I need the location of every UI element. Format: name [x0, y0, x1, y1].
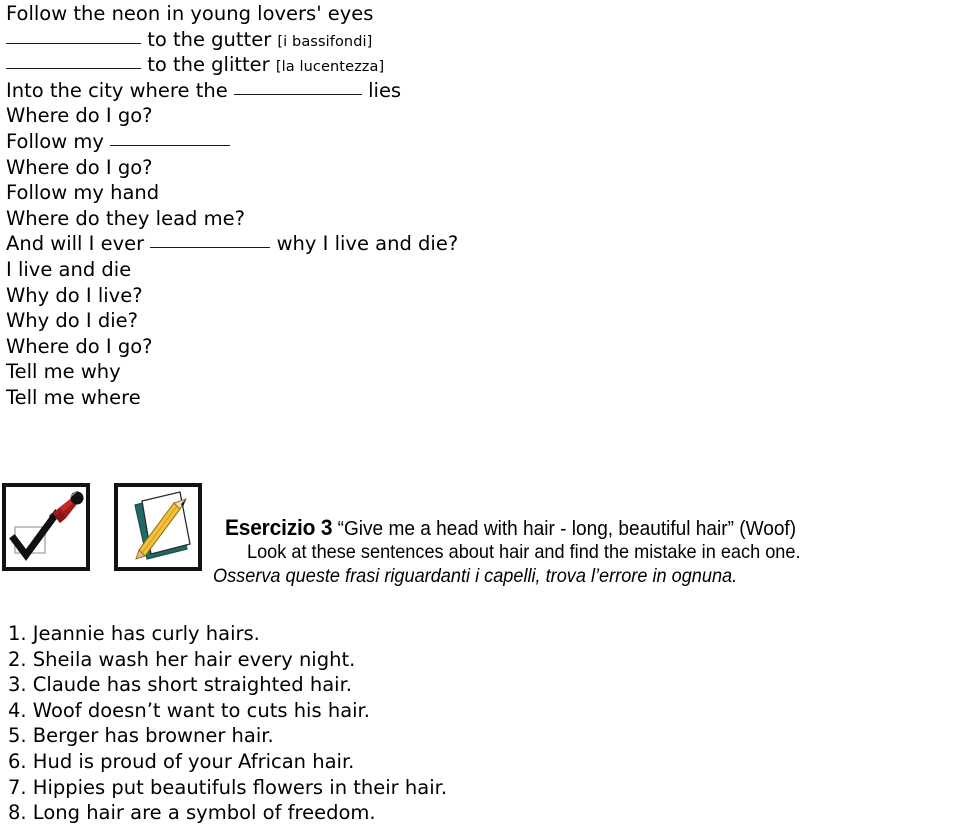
lyric-text: Tell me why	[6, 360, 121, 384]
lyric-text: Tell me where	[6, 385, 141, 409]
fill-in-blank[interactable]	[6, 68, 141, 70]
lyric-line-6: Follow my	[6, 129, 950, 155]
lyric-line-5: Where do I go?	[6, 103, 950, 129]
list-item-number: 8.	[8, 801, 27, 825]
list-item-text: Long hair are a symbol of freedom.	[26, 801, 376, 825]
list-item: 6. Hud is proud of your African hair.	[8, 749, 708, 775]
list-item-text: Claude has short straighted hair.	[26, 673, 352, 697]
exercise-instruction-it: Osserva queste frasi riguardanti i capel…	[213, 564, 738, 587]
lyric-line-7: Where do I go?	[6, 155, 950, 181]
check-and-red-pen-icon	[2, 483, 90, 571]
lyric-text: Where do I go?	[6, 104, 153, 128]
numbered-sentence-list: 1. Jeannie has curly hairs. 2. Sheila wa…	[8, 621, 708, 826]
list-item: 5. Berger has browner hair.	[8, 723, 708, 749]
lyric-line-4: Into the city where the lies	[6, 78, 950, 104]
list-item: 3. Claude has short straighted hair.	[8, 672, 708, 698]
lyric-text: to the glitter	[141, 53, 276, 77]
lyric-line-10: And will I ever why I live and die?	[6, 231, 950, 257]
lyric-line-14: Where do I go?	[6, 334, 950, 360]
exercise-number: Esercizio 3	[225, 515, 333, 540]
exercise-song-quote: “Give me a head with hair - long, beauti…	[332, 517, 797, 540]
lyric-text: Follow my	[6, 129, 111, 153]
lyric-text: I live and die	[6, 257, 132, 281]
lyric-text: Into the city where the	[6, 78, 234, 102]
list-item-number: 7.	[8, 775, 27, 799]
list-item-text: Hud is proud of your African hair.	[26, 749, 355, 773]
lyric-text: Follow the neon in young lovers' eyes	[6, 2, 374, 25]
list-item-number: 4.	[8, 698, 27, 722]
lyric-text: Follow my hand	[6, 181, 160, 205]
list-item-number: 5.	[8, 724, 27, 748]
pencil-and-notebook-icon	[114, 483, 202, 571]
worksheet-page: Follow the neon in young lovers' eyes to…	[0, 0, 960, 827]
lyric-line-3: to the glitter [la lucentezza]	[6, 52, 950, 78]
list-item: 4. Woof doesn’t want to cuts his hair.	[8, 698, 708, 724]
list-item-text: Woof doesn’t want to cuts his hair.	[26, 698, 370, 722]
list-item-text: Hippies put beautifuls flowers in their …	[26, 775, 448, 799]
lyric-text: Why do I die?	[6, 309, 138, 333]
lyric-text: Why do I live?	[6, 283, 143, 307]
italian-gloss: [la lucentezza]	[275, 59, 385, 76]
list-item-number: 6.	[8, 749, 27, 773]
lyric-text: Where do I go?	[6, 334, 153, 358]
fill-in-blank[interactable]	[233, 93, 362, 95]
lyric-text: to the gutter	[141, 27, 278, 51]
list-item-number: 3.	[8, 673, 27, 697]
lyric-line-12: Why do I live?	[6, 283, 950, 309]
list-item: 7. Hippies put beautifuls flowers in the…	[8, 775, 708, 801]
lyric-text: lies	[361, 78, 402, 102]
list-item-text: Sheila wash her hair every night.	[26, 647, 356, 671]
lyric-line-15: Tell me why	[6, 359, 950, 385]
list-item: 2. Sheila wash her hair every night.	[8, 647, 708, 673]
list-item: 8. Long hair are a symbol of freedom.	[8, 800, 708, 826]
list-item-number: 1.	[8, 622, 27, 645]
exercise-title-line: Esercizio 3 “Give me a head with hair - …	[225, 516, 909, 541]
lyric-text: And will I ever	[6, 232, 151, 256]
list-item-number: 2.	[8, 647, 27, 671]
lyric-line-11: I live and die	[6, 257, 950, 283]
lyric-line-9: Where do they lead me?	[6, 206, 950, 232]
exercise-heading-block: Esercizio 3 “Give me a head with hair - …	[213, 516, 960, 588]
lyric-line-16: Tell me where	[6, 385, 950, 411]
lyric-line-8: Follow my hand	[6, 180, 950, 206]
lyric-line-13: Why do I die?	[6, 308, 950, 334]
fill-in-blank[interactable]	[150, 247, 271, 249]
fill-in-blank[interactable]	[110, 144, 231, 146]
lyric-line-2: to the gutter [i bassifondi]	[6, 27, 950, 53]
fill-in-blank[interactable]	[6, 42, 141, 44]
lyric-line-1: Follow the neon in young lovers' eyes	[6, 1, 950, 27]
exercise-instruction-en: Look at these sentences about hair and f…	[247, 541, 801, 563]
italian-gloss: [i bassifondi]	[277, 33, 373, 50]
lyric-text: Where do they lead me?	[6, 206, 245, 230]
list-item-text: Jeannie has curly hairs.	[26, 622, 260, 645]
song-lyrics-block: Follow the neon in young lovers' eyes to…	[6, 1, 950, 411]
list-item-text: Berger has browner hair.	[26, 724, 274, 748]
lyric-text: why I live and die?	[270, 232, 459, 256]
lyric-text: Where do I go?	[6, 155, 153, 179]
list-item: 1. Jeannie has curly hairs.	[8, 621, 708, 647]
